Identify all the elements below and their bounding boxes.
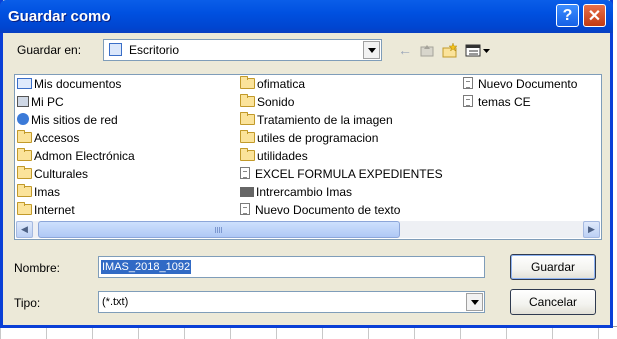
list-item-label: Culturales (34, 167, 89, 181)
my-computer-icon (17, 96, 29, 107)
chevron-down-icon (368, 48, 376, 53)
close-icon: ✕ (587, 7, 602, 25)
list-item-label: ofimatica (257, 77, 306, 91)
grip-icon (215, 227, 223, 233)
save-in-dropdown-button[interactable] (363, 41, 380, 59)
filetype-dropdown-button[interactable] (466, 293, 483, 311)
list-item-label: Accesos (34, 131, 80, 145)
back-arrow-icon[interactable]: ← (398, 42, 412, 58)
save-as-dialog: Guardar como ? ✕ Guardar en: Escritorio … (0, 0, 613, 328)
horizontal-scrollbar[interactable]: ◀ ▶ (16, 221, 600, 238)
list-item-label: utilidades (257, 149, 308, 163)
list-item-label: Intrercambio Imas (256, 185, 353, 199)
my-documents-icon (17, 78, 32, 89)
folder-icon (240, 148, 255, 161)
list-item-label: Admon Electrónica (34, 149, 135, 163)
list-item[interactable]: ofimatica (240, 76, 305, 92)
list-item-label: Nuevo Documento de texto (255, 203, 401, 217)
help-button[interactable]: ? (556, 4, 579, 27)
folder-icon (17, 202, 32, 215)
list-item-label: EXCEL FORMULA EXPEDIENTES (255, 167, 443, 181)
list-item[interactable]: Intrercambio Imas (240, 184, 352, 200)
list-item[interactable]: Nuevo Documento de texto (240, 202, 400, 218)
folder-icon (17, 184, 32, 197)
list-item[interactable]: Internet (17, 202, 75, 218)
list-item-label: Mis documentos (34, 77, 122, 91)
save-in-value: Escritorio (129, 43, 180, 57)
filetype-value: (*.txt) (102, 296, 129, 308)
filename-label: Nombre: (14, 261, 61, 275)
filetype-label: Tipo: (14, 296, 41, 310)
chevron-down-icon (471, 300, 479, 305)
chevron-left-icon: ◀ (21, 224, 28, 234)
up-one-level-icon[interactable] (420, 42, 434, 58)
filetype-dropdown[interactable]: (*.txt) (98, 291, 485, 313)
chevron-right-icon: ▶ (588, 224, 595, 234)
folder-icon (17, 166, 32, 179)
list-item-label: Internet (34, 203, 75, 217)
list-item[interactable]: Culturales (17, 166, 88, 182)
list-item[interactable]: Accesos (17, 130, 79, 146)
list-item-label: temas CE (478, 95, 531, 109)
desktop-icon (109, 43, 122, 56)
text-document-icon (240, 203, 250, 215)
list-item-label: Mi PC (31, 95, 64, 109)
filename-input[interactable]: IMAS_2018_1092 (98, 256, 485, 278)
list-item[interactable]: temas CE (463, 94, 531, 110)
list-item-label: Sonido (257, 95, 295, 109)
save-in-label: Guardar en: (17, 43, 82, 57)
cancel-button[interactable]: Cancelar (510, 289, 596, 315)
list-item[interactable]: Sonido (240, 94, 294, 110)
scroll-left-button[interactable]: ◀ (16, 221, 33, 238)
list-item[interactable]: Tratamiento de la imagen (240, 112, 393, 128)
list-item[interactable]: Admon Electrónica (17, 148, 135, 164)
list-item[interactable]: EXCEL FORMULA EXPEDIENTES (240, 166, 443, 182)
network-share-icon (240, 187, 254, 197)
file-list[interactable]: Mis documentos Mi PC Mis sitios de red Acce… (14, 74, 602, 240)
text-document-icon (240, 167, 250, 179)
list-item-label: utiles de programacion (257, 131, 379, 145)
list-item-label: Nuevo Documento (478, 77, 578, 91)
question-icon: ? (562, 6, 573, 24)
list-item[interactable]: Mis sitios de red (17, 112, 118, 128)
list-item[interactable]: utilidades (240, 148, 308, 164)
title-bar[interactable]: Guardar como ? ✕ (0, 0, 613, 33)
list-item[interactable]: Nuevo Documento (463, 76, 577, 92)
list-item[interactable]: utiles de programacion (240, 130, 378, 146)
folder-icon (240, 94, 255, 107)
list-item[interactable]: Mi PC (17, 94, 64, 110)
list-item-label: Mis sitios de red (31, 113, 118, 127)
scroll-thumb[interactable] (38, 221, 400, 238)
folder-icon (240, 130, 255, 143)
dialog-title: Guardar como (8, 8, 111, 25)
list-item-label: Tratamiento de la imagen (257, 113, 393, 127)
list-item[interactable]: Imas (17, 184, 60, 200)
text-document-icon (463, 95, 473, 107)
list-item-label: Imas (34, 185, 61, 199)
save-in-dropdown[interactable]: Escritorio (103, 39, 382, 61)
view-menu-icon[interactable] (465, 42, 493, 58)
scroll-right-button[interactable]: ▶ (583, 221, 600, 238)
filename-value: IMAS_2018_1092 (101, 260, 192, 274)
folder-icon (240, 112, 255, 125)
close-button[interactable]: ✕ (583, 4, 606, 27)
folder-icon (17, 130, 32, 143)
network-places-icon (17, 113, 29, 125)
folder-icon (240, 76, 255, 89)
save-button[interactable]: Guardar (510, 254, 596, 280)
folder-icon (17, 148, 32, 161)
list-item[interactable]: Mis documentos (17, 76, 121, 92)
text-document-icon (463, 77, 473, 89)
new-folder-icon[interactable] (442, 42, 458, 58)
